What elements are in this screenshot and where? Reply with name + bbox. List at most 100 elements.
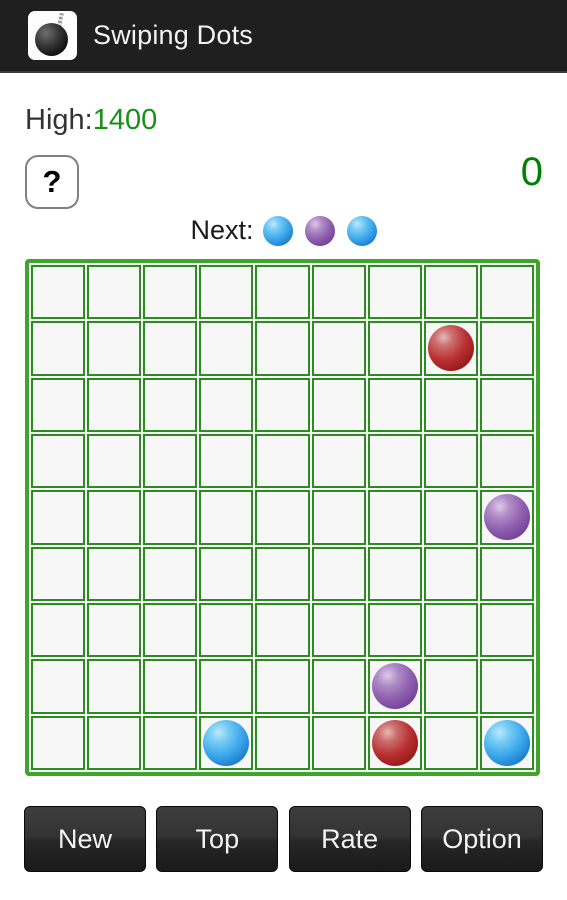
board-cell-r1-c2[interactable] [143, 321, 198, 376]
board-cell-r8-c2[interactable] [143, 715, 198, 770]
board-cell-r1-c1[interactable] [87, 321, 142, 376]
board-cell-r7-c7[interactable] [423, 659, 478, 714]
board-cell-r7-c8[interactable] [479, 659, 534, 714]
wrecking-ball-icon [28, 11, 77, 60]
board-cell-r6-c6[interactable] [367, 602, 422, 658]
board-cell-r3-c8[interactable] [479, 433, 534, 489]
board-dot-red[interactable] [427, 325, 474, 372]
board-cell-r0-c3[interactable] [199, 265, 254, 320]
board-dot-blue[interactable] [483, 719, 530, 766]
board-cell-r1-c8[interactable] [479, 321, 534, 376]
board-cell-r0-c8[interactable] [479, 265, 534, 320]
board-cell-r5-c5[interactable] [311, 546, 366, 601]
board-cell-r6-c8[interactable] [479, 602, 534, 658]
board-cell-r5-c2[interactable] [143, 546, 198, 601]
board-cell-r4-c8[interactable] [479, 490, 534, 545]
board-cell-r1-c0[interactable] [31, 321, 86, 376]
board-cell-r5-c1[interactable] [87, 546, 142, 601]
board-cell-r0-c6[interactable] [367, 265, 422, 320]
board-cell-r1-c5[interactable] [311, 321, 366, 376]
board-dot-purple[interactable] [483, 494, 530, 541]
board-dot-blue[interactable] [203, 719, 250, 766]
board-cell-r4-c2[interactable] [143, 490, 198, 545]
board-dot-red[interactable] [371, 719, 418, 766]
board-cell-r4-c6[interactable] [367, 490, 422, 545]
board-cell-r1-c3[interactable] [199, 321, 254, 376]
board-cell-r2-c7[interactable] [423, 377, 478, 432]
board-cell-r2-c8[interactable] [479, 377, 534, 432]
board-cell-r0-c5[interactable] [311, 265, 366, 320]
board-cell-r2-c0[interactable] [31, 377, 86, 432]
board-cell-r2-c1[interactable] [87, 377, 142, 432]
board-cell-r1-c4[interactable] [255, 321, 310, 376]
board-cell-r2-c4[interactable] [255, 377, 310, 432]
board-cell-r3-c0[interactable] [31, 433, 86, 489]
board-cell-r4-c3[interactable] [199, 490, 254, 545]
board-cell-r6-c5[interactable] [311, 602, 366, 658]
board-cell-r2-c3[interactable] [199, 377, 254, 432]
high-score-value: 1400 [92, 104, 158, 136]
board-cell-r4-c5[interactable] [311, 490, 366, 545]
board-cell-r5-c6[interactable] [367, 546, 422, 601]
board-cell-r3-c2[interactable] [143, 433, 198, 489]
rate-button[interactable]: Rate [288, 806, 411, 872]
board-cell-r5-c8[interactable] [479, 546, 534, 601]
board-cell-r4-c0[interactable] [31, 490, 86, 545]
board-cell-r3-c7[interactable] [423, 433, 478, 489]
high-score-line: High:1400 [25, 104, 157, 137]
board-cell-r7-c1[interactable] [87, 659, 142, 714]
board-cell-r6-c1[interactable] [87, 602, 142, 658]
board-cell-r8-c6[interactable] [367, 715, 422, 770]
board-cell-r0-c2[interactable] [143, 265, 198, 320]
option-button[interactable]: Option [420, 806, 543, 872]
new-game-button[interactable]: New [24, 806, 146, 872]
board-cell-r7-c2[interactable] [143, 659, 198, 714]
board-cell-r1-c7[interactable] [423, 321, 478, 376]
board-cell-r5-c4[interactable] [255, 546, 310, 601]
board-cell-r4-c4[interactable] [255, 490, 310, 545]
board-cell-r7-c4[interactable] [255, 659, 310, 714]
board-cell-r4-c1[interactable] [87, 490, 142, 545]
board-cell-r3-c3[interactable] [199, 433, 254, 489]
next-ball-3 [346, 215, 377, 246]
board-cell-r4-c7[interactable] [423, 490, 478, 545]
top-scores-button[interactable]: Top [156, 806, 279, 872]
board-cell-r5-c7[interactable] [423, 546, 478, 601]
board-cell-r1-c6[interactable] [367, 321, 422, 376]
board-cell-r0-c0[interactable] [31, 265, 86, 320]
board-cell-r7-c6[interactable] [367, 659, 422, 714]
board-cell-r8-c7[interactable] [423, 715, 478, 770]
board-cell-r3-c6[interactable] [367, 433, 422, 489]
board-cell-r2-c5[interactable] [311, 377, 366, 432]
board-cell-r6-c0[interactable] [31, 602, 86, 658]
board-cell-r7-c5[interactable] [311, 659, 366, 714]
board-cell-r5-c3[interactable] [199, 546, 254, 601]
next-ball-1 [262, 215, 293, 246]
board-cell-r6-c2[interactable] [143, 602, 198, 658]
board-cell-r6-c7[interactable] [423, 602, 478, 658]
board-cell-r8-c5[interactable] [311, 715, 366, 770]
high-score-label: High: [25, 104, 93, 136]
board-cell-r8-c3[interactable] [199, 715, 254, 770]
game-board[interactable] [25, 259, 540, 776]
board-cell-r6-c3[interactable] [199, 602, 254, 658]
board-cell-r5-c0[interactable] [31, 546, 86, 601]
board-cell-r0-c1[interactable] [87, 265, 142, 320]
board-cell-r2-c6[interactable] [367, 377, 422, 432]
board-cell-r8-c8[interactable] [479, 715, 534, 770]
board-cell-r7-c0[interactable] [31, 659, 86, 714]
help-button[interactable]: ? [25, 155, 79, 209]
board-cell-r3-c1[interactable] [87, 433, 142, 489]
app-title: Swiping Dots [93, 20, 253, 50]
board-cell-r6-c4[interactable] [255, 602, 310, 658]
board-cell-r7-c3[interactable] [199, 659, 254, 714]
board-cell-r3-c4[interactable] [255, 433, 310, 489]
board-dot-purple[interactable] [371, 663, 418, 710]
board-cell-r2-c2[interactable] [143, 377, 198, 432]
board-cell-r8-c4[interactable] [255, 715, 310, 770]
board-cell-r0-c4[interactable] [255, 265, 310, 320]
board-cell-r8-c1[interactable] [87, 715, 142, 770]
board-cell-r8-c0[interactable] [31, 715, 86, 770]
board-cell-r3-c5[interactable] [311, 433, 366, 489]
board-cell-r0-c7[interactable] [423, 265, 478, 320]
